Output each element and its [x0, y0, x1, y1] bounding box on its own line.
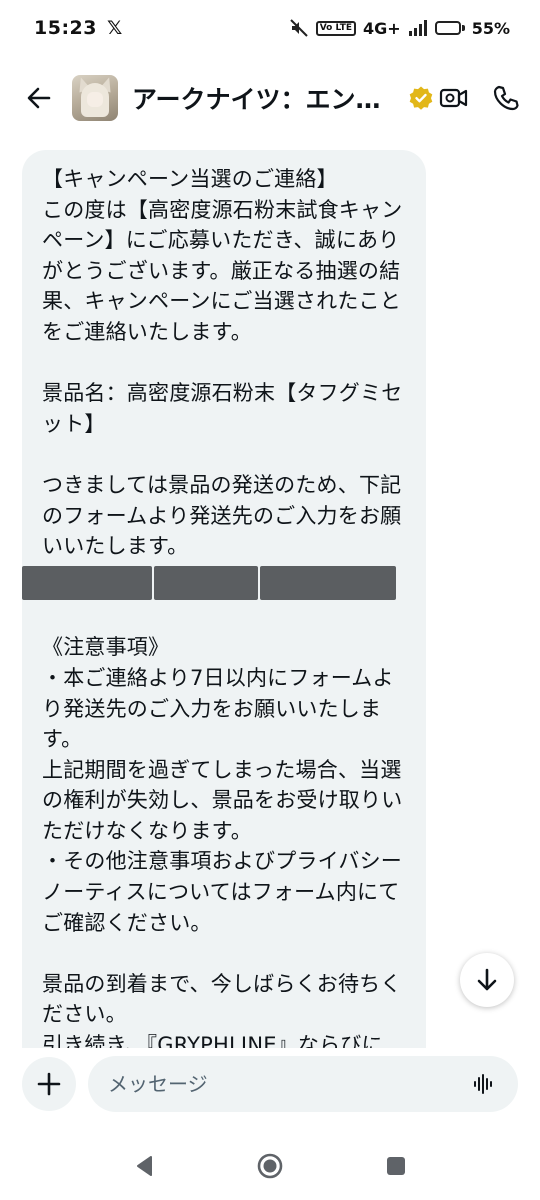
message-line: ただけなくなります。 — [42, 818, 252, 843]
nav-recents-button[interactable] — [376, 1146, 416, 1186]
message-line: ット】 — [42, 411, 106, 436]
message-line: り発送先のご入力をお願いいたしま — [42, 696, 382, 721]
message-line: 《注意事項》 — [42, 635, 170, 660]
nav-back-button[interactable] — [124, 1146, 164, 1186]
voice-call-button[interactable] — [488, 80, 524, 116]
message-line: 景品名：高密度源石粉末【タフグミセ — [42, 381, 403, 406]
message-line: ださい。 — [42, 1002, 127, 1027]
battery-percent: 55% — [471, 18, 510, 38]
message-line: をご連絡いたします。 — [42, 319, 252, 344]
message-input[interactable] — [108, 1072, 470, 1096]
plus-icon — [37, 1072, 61, 1096]
scroll-to-bottom-button[interactable] — [460, 953, 514, 1007]
battery-icon — [434, 21, 465, 35]
waveform-icon — [474, 1074, 492, 1094]
volte-label: Vo LTE — [315, 20, 357, 36]
x-app-icon: 𝕏 — [106, 17, 123, 39]
voice-message-button[interactable] — [470, 1070, 498, 1098]
message-line: 【キャンペーン当選のご連絡】 — [42, 167, 338, 191]
system-navigation-bar — [0, 1132, 540, 1200]
video-camera-icon — [439, 88, 468, 108]
screen: 15:23 𝕏 Vo LTE 4G+ 55% アークナイツ：エンド… 【キャンペ… — [0, 0, 540, 1200]
message-line: ペーン】にご応募いただき、誠にあり — [42, 228, 400, 253]
phone-icon — [493, 85, 519, 111]
nav-home-button[interactable] — [250, 1146, 290, 1186]
triangle-back-icon — [137, 1156, 152, 1176]
network-label: 4G+ — [363, 18, 401, 38]
verified-badge-icon — [408, 85, 434, 111]
arrow-down-icon — [477, 968, 497, 991]
back-button[interactable] — [22, 81, 56, 115]
video-call-button[interactable] — [436, 80, 472, 116]
message-line: ノーティスについてはフォーム内にて — [42, 880, 400, 905]
message-line: 上記期間を過ぎてしまった場合、当選 — [42, 757, 402, 782]
arrow-left-icon — [27, 87, 51, 109]
message-line: 果、キャンペーンにご当選されたこと — [42, 289, 401, 314]
status-right: Vo LTE 4G+ 55% — [289, 18, 510, 38]
mute-icon — [289, 18, 309, 38]
message-line: す。 — [42, 727, 83, 752]
message-line: の権利が失効し、景品をお受け取りい — [42, 788, 403, 813]
message-bubble[interactable]: 【キャンペーン当選のご連絡】この度は【高密度源石粉末試食キャン ペーン】にご応募い… — [22, 150, 426, 1050]
message-line: 景品の到着まで、今しばらくお待ちく — [42, 971, 402, 996]
status-time: 15:23 — [34, 17, 97, 39]
redacted-link — [22, 562, 426, 602]
message-line: ・本ご連絡より7日以内にフォームよ — [42, 665, 394, 690]
home-circle-icon — [257, 1153, 283, 1179]
message-input-wrap — [88, 1056, 518, 1112]
conversation-header: アークナイツ：エンド… — [0, 62, 540, 134]
message-line: いいたします。 — [42, 534, 189, 559]
square-recents-icon — [387, 1157, 405, 1175]
message-line — [42, 602, 426, 633]
message-composer — [0, 1048, 540, 1120]
add-attachment-button[interactable] — [22, 1057, 76, 1111]
message-line: つきましては景品の発送のため、下記 — [42, 472, 402, 497]
message-line: ・その他注意事項およびプライバシー — [42, 849, 402, 874]
message-text-part1: 【キャンペーン当選のご連絡】この度は【高密度源石粉末試食キャン ペーン】にご応募い… — [42, 164, 426, 562]
signal-icon — [408, 20, 428, 36]
message-line — [42, 439, 426, 470]
message-line: がとうございます。厳正なる抽選の結 — [42, 258, 401, 283]
volte-icon: Vo LTE — [315, 20, 357, 36]
avatar[interactable] — [72, 75, 118, 121]
message-line: この度は【高密度源石粉末試食キャン — [42, 197, 403, 222]
message-text-part2: 《注意事項》・本ご連絡より7日以内にフォームよ り発送先のご入力をお願いいたします… — [42, 602, 426, 1050]
status-bar: 15:23 𝕏 Vo LTE 4G+ 55% — [0, 0, 540, 56]
message-line: のフォームより発送先のご入力をお願 — [42, 503, 402, 528]
message-line — [42, 348, 426, 379]
message-line — [42, 938, 426, 969]
conversation-title[interactable]: アークナイツ：エンド… — [132, 80, 402, 116]
header-actions — [436, 80, 524, 116]
message-line: 引き続き、『GRYPHLINE』ならびに — [42, 1033, 383, 1050]
message-line: ご確認ください。 — [42, 910, 212, 935]
